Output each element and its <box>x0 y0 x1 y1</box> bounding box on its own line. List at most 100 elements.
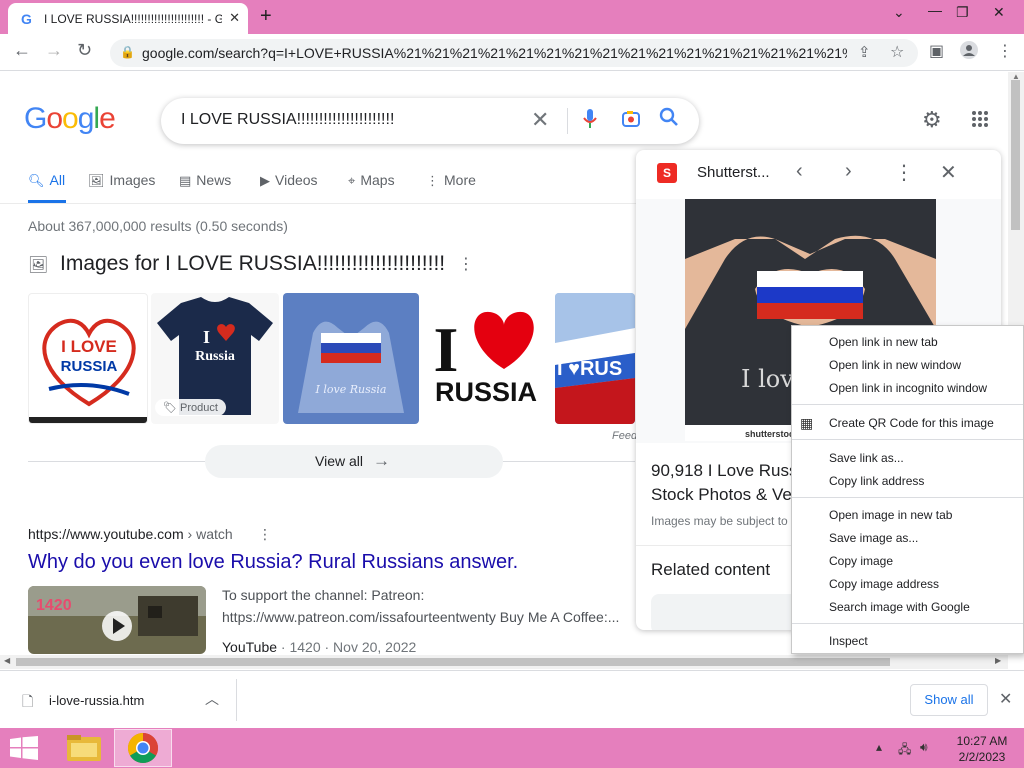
tab-images[interactable]: 🖼︎ Images <box>88 172 155 189</box>
menu-open-link-new-tab[interactable]: Open link in new tab <box>829 335 938 349</box>
browser-menu-icon[interactable]: ⋮ <box>997 41 1013 61</box>
lens-search-icon[interactable] <box>621 109 641 134</box>
tab-close-icon[interactable]: ✕ <box>229 10 240 26</box>
menu-copy-image[interactable]: Copy image <box>829 554 893 568</box>
windows-start-icon[interactable] <box>10 736 38 765</box>
menu-inspect[interactable]: Inspect <box>829 634 868 648</box>
google-logo[interactable]: Google <box>24 102 116 136</box>
next-image-icon[interactable]: › <box>845 160 852 183</box>
tab-more[interactable]: ⋮ More <box>426 172 476 189</box>
menu-search-image-google[interactable]: Search image with Google <box>829 600 970 614</box>
menu-open-link-incognito[interactable]: Open link in incognito window <box>829 381 987 395</box>
chrome-taskbar-icon[interactable] <box>114 729 172 767</box>
profile-avatar-icon[interactable] <box>960 41 978 64</box>
minimize-icon[interactable]: — <box>928 2 942 18</box>
search-divider <box>567 108 568 134</box>
result-meta: YouTube · 1420 · Nov 20, 2022 <box>222 639 417 655</box>
tab-search-chevron-icon[interactable]: ⌄ <box>893 4 905 21</box>
svg-text:I LOVE: I LOVE <box>61 337 117 356</box>
result-more-icon[interactable]: ⋮ <box>258 526 272 543</box>
horizontal-scrollbar[interactable]: ◀ ▶ <box>0 655 1008 669</box>
google-favicon-icon: G <box>21 11 32 27</box>
tab-maps[interactable]: ⌖ Maps <box>348 172 395 189</box>
menu-copy-link-address[interactable]: Copy link address <box>829 474 924 488</box>
menu-copy-image-address[interactable]: Copy image address <box>829 577 939 591</box>
menu-save-image-as[interactable]: Save image as... <box>829 531 918 545</box>
feedback-link[interactable]: Feed <box>612 430 637 442</box>
panel-close-icon[interactable]: ✕ <box>940 160 957 185</box>
side-panel-icon[interactable]: ▣ <box>929 41 944 61</box>
panel-source-name[interactable]: Shutterst... <box>697 164 770 181</box>
reload-icon[interactable]: ↻ <box>77 40 92 61</box>
image-result-5[interactable]: I ♥RUS <box>555 293 635 424</box>
address-bar[interactable]: 🔒 google.com/search?q=I+LOVE+RUSSIA%21%2… <box>110 39 918 67</box>
scroll-left-icon[interactable]: ◀ <box>4 656 10 665</box>
video-thumbnail[interactable]: 1420 <box>28 586 206 654</box>
svg-text:shutterstoc: shutterstoc <box>745 429 794 439</box>
share-icon[interactable]: ⇪ <box>858 43 871 61</box>
download-filename[interactable]: i-love-russia.htm <box>49 693 144 708</box>
panel-more-icon[interactable]: ⋮ <box>894 160 914 185</box>
volume-icon[interactable]: 🔊︎ <box>920 740 928 755</box>
bookmark-star-icon[interactable]: ☆ <box>890 42 904 62</box>
close-download-bar-icon[interactable]: ✕ <box>999 689 1012 709</box>
forward-icon[interactable]: → <box>45 40 63 61</box>
svg-text:1420: 1420 <box>36 597 72 614</box>
clear-search-icon[interactable]: ✕ <box>531 107 549 133</box>
tab-all[interactable]: 🔍︎ All <box>28 172 65 189</box>
title-bar: G I LOVE RUSSIA!!!!!!!!!!!!!!!!!!!!!! - … <box>0 0 1024 34</box>
image-result-3[interactable]: I love Russia <box>283 293 419 424</box>
view-all-line-right <box>503 461 635 462</box>
search-input[interactable]: I LOVE RUSSIA!!!!!!!!!!!!!!!!!!!!!! <box>181 111 394 129</box>
result-title-link[interactable]: Why do you even love Russia? Rural Russi… <box>28 551 518 574</box>
browser-toolbar: ← → ↻ 🔒 google.com/search?q=I+LOVE+RUSSI… <box>0 34 1024 71</box>
file-explorer-icon[interactable] <box>56 729 114 767</box>
menu-open-link-new-window[interactable]: Open link in new window <box>829 358 961 372</box>
scroll-right-icon[interactable]: ▶ <box>995 656 1001 665</box>
vertical-scroll-thumb[interactable] <box>1011 80 1020 230</box>
url-text[interactable]: google.com/search?q=I+LOVE+RUSSIA%21%21%… <box>142 45 847 61</box>
menu-create-qr-code[interactable]: Create QR Code for this image <box>829 416 994 430</box>
windows-taskbar: ▴ 🖧 🔊︎ 10:27 AM 2/2/2023 <box>0 728 1024 768</box>
show-all-downloads-button[interactable]: Show all <box>910 684 988 716</box>
back-icon[interactable]: ← <box>13 40 31 61</box>
new-tab-icon[interactable]: + <box>260 5 272 28</box>
search-box[interactable]: I LOVE RUSSIA!!!!!!!!!!!!!!!!!!!!!! ✕ <box>161 98 699 144</box>
tab-videos[interactable]: ▶ Videos <box>260 172 318 189</box>
lock-icon[interactable]: 🔒 <box>120 45 135 59</box>
svg-text:Russia: Russia <box>195 349 235 364</box>
images-more-icon[interactable]: ⋮ <box>458 254 474 274</box>
view-all-button[interactable]: View all → <box>205 445 503 478</box>
shutterstock-favicon-icon: S <box>657 163 677 183</box>
menu-separator <box>792 497 1023 498</box>
google-apps-icon[interactable] <box>971 110 989 133</box>
previous-image-icon[interactable]: ‹ <box>796 160 803 183</box>
result-url[interactable]: https://www.youtube.com › watch <box>28 526 233 542</box>
images-heading[interactable]: Images for I LOVE RUSSIA!!!!!!!!!!!!!!!!… <box>60 252 445 276</box>
horizontal-scroll-thumb[interactable] <box>16 658 890 666</box>
svg-text:I: I <box>203 327 210 347</box>
image-result-4[interactable]: I RUSSIA <box>422 293 552 424</box>
download-divider <box>236 679 237 721</box>
arrow-right-icon: → <box>373 451 390 470</box>
view-all-label: View all <box>315 453 363 469</box>
download-options-chevron-icon[interactable]: ︿ <box>205 689 219 709</box>
panel-image-title[interactable]: 90,918 I Love Russ Stock Photos & Ve <box>651 459 797 507</box>
window-close-icon[interactable]: ✕ <box>993 4 1005 21</box>
tab-news[interactable]: ▤ News <box>179 172 231 189</box>
tabs-divider <box>0 203 640 204</box>
search-submit-icon[interactable] <box>659 107 679 133</box>
system-clock[interactable]: 10:27 AM 2/2/2023 <box>950 733 1014 765</box>
settings-gear-icon[interactable]: ⚙ <box>922 107 942 133</box>
voice-search-icon[interactable] <box>583 109 597 134</box>
related-content-card[interactable] <box>651 594 801 630</box>
image-result-2[interactable]: I Russia 🏷 Product <box>151 293 279 424</box>
browser-tab[interactable]: G I LOVE RUSSIA!!!!!!!!!!!!!!!!!!!!!! - … <box>8 3 248 34</box>
network-icon[interactable]: 🖧 <box>898 740 911 761</box>
menu-open-image-new-tab[interactable]: Open image in new tab <box>829 508 952 522</box>
news-icon: ▤ <box>179 173 192 188</box>
tray-overflow-icon[interactable]: ▴ <box>876 740 882 754</box>
menu-save-link-as[interactable]: Save link as... <box>829 451 904 465</box>
restore-icon[interactable]: ❐ <box>956 4 969 21</box>
image-result-1[interactable]: I LOVE RUSSIA <box>28 293 148 424</box>
